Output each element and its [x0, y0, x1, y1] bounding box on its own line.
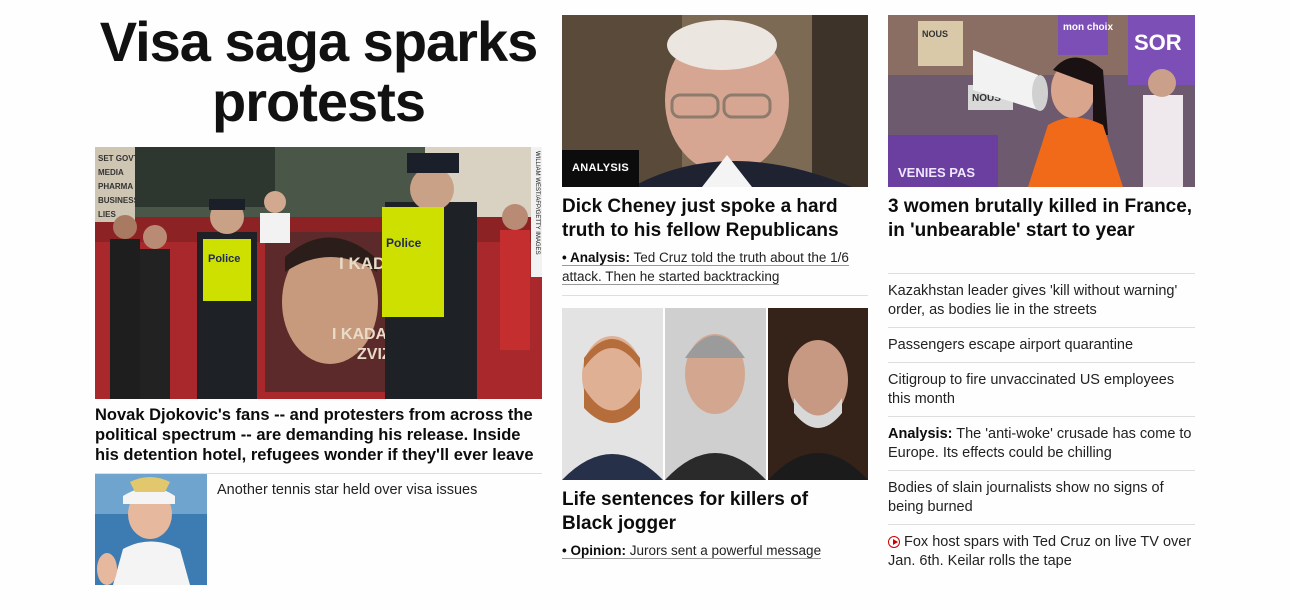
france-headline[interactable]: 3 women brutally killed in France, in 'u…: [888, 195, 1198, 243]
lead-headline[interactable]: Visa saga sparks protests: [95, 12, 542, 132]
list-item[interactable]: Analysis: The 'anti-woke' crusade has co…: [888, 416, 1195, 470]
list-item-link[interactable]: Passengers escape airport quarantine: [888, 337, 1133, 353]
list-item-link[interactable]: Bodies of slain journalists show no sign…: [888, 480, 1164, 515]
list-item-link[interactable]: Kazakhstan leader gives 'kill without wa…: [888, 283, 1177, 318]
cheney-sublink-prefix: Analysis:: [569, 250, 631, 265]
france-sign-text-2: mon choix: [1063, 22, 1113, 33]
cheney-headline[interactable]: Dick Cheney just spoke a hard truth to h…: [562, 195, 872, 243]
list-item-link[interactable]: Citigroup to fire unvaccinated US employ…: [888, 372, 1174, 407]
list-item-text: Fox host spars with Ted Cruz on live TV …: [888, 534, 1192, 569]
hero-sign-text-2: I KADA: [332, 326, 388, 343]
hero-photo-credit: WILLIAM WEST/AFP/GETTY IMAGES: [534, 151, 540, 255]
hero-sign-text-6: PHARMA: [98, 182, 133, 191]
list-item-link[interactable]: Analysis: The 'anti-woke' crusade has co…: [888, 426, 1192, 461]
arbery-sublink-text: Jurors sent a powerful message: [629, 543, 822, 558]
headline-list: Kazakhstan leader gives 'kill without wa…: [888, 273, 1195, 578]
france-sign-text-1: SOR: [1134, 30, 1182, 55]
arbery-headline[interactable]: Life sentences for killers of Black jogg…: [562, 488, 862, 536]
hero-sign-text-7: BUSINESS: [98, 196, 140, 205]
tennis-photo-illustration: [95, 474, 207, 585]
hero-police-text-2: Police: [386, 236, 422, 250]
defendants-photo-illustration: [562, 308, 868, 480]
divider: [562, 295, 868, 296]
arbery-sublink-prefix: Opinion:: [570, 543, 626, 558]
tennis-player-thumbnail[interactable]: [95, 474, 207, 585]
arbery-defendants-image[interactable]: [562, 308, 868, 480]
hero-sign-text-8: LIES: [98, 210, 116, 219]
list-item-prefix: Analysis:: [888, 426, 953, 442]
hero-police-text-1: Police: [208, 253, 240, 265]
hero-sign-text-5: MEDIA: [98, 168, 124, 177]
france-protest-photo-illustration: SOR mon choix NOUS VENIES PAS NOUS: [888, 15, 1195, 187]
tennis-visa-link[interactable]: Another tennis star held over visa issue…: [217, 481, 537, 500]
list-item[interactable]: Fox host spars with Ted Cruz on live TV …: [888, 524, 1195, 578]
protest-photo-illustration: I KADA I KADA ZVIZ SET GOVT MEDIA PHARMA…: [95, 147, 542, 399]
france-protest-image[interactable]: SOR mon choix NOUS VENIES PAS NOUS: [888, 15, 1195, 187]
analysis-badge: ANALYSIS: [562, 150, 640, 187]
hero-sign-text-4: SET GOVT: [98, 154, 139, 163]
france-sign-text-3: NOUS: [922, 29, 948, 39]
arbery-sublink[interactable]: • Opinion: Jurors sent a powerful messag…: [562, 541, 872, 560]
lead-caption[interactable]: Novak Djokovic's fans -- and protesters …: [95, 405, 545, 465]
list-item[interactable]: Kazakhstan leader gives 'kill without wa…: [888, 273, 1195, 327]
djokovic-protest-image[interactable]: I KADA I KADA ZVIZ SET GOVT MEDIA PHARMA…: [95, 147, 542, 399]
list-item-link[interactable]: Fox host spars with Ted Cruz on live TV …: [888, 534, 1191, 569]
video-play-icon: [888, 536, 900, 548]
list-item[interactable]: Passengers escape airport quarantine: [888, 327, 1195, 362]
cheney-sublink[interactable]: • Analysis: Ted Cruz told the truth abou…: [562, 248, 872, 286]
france-sign-text-4: VENIES PAS: [898, 165, 975, 180]
list-item[interactable]: Citigroup to fire unvaccinated US employ…: [888, 362, 1195, 416]
list-item[interactable]: Bodies of slain journalists show no sign…: [888, 470, 1195, 524]
